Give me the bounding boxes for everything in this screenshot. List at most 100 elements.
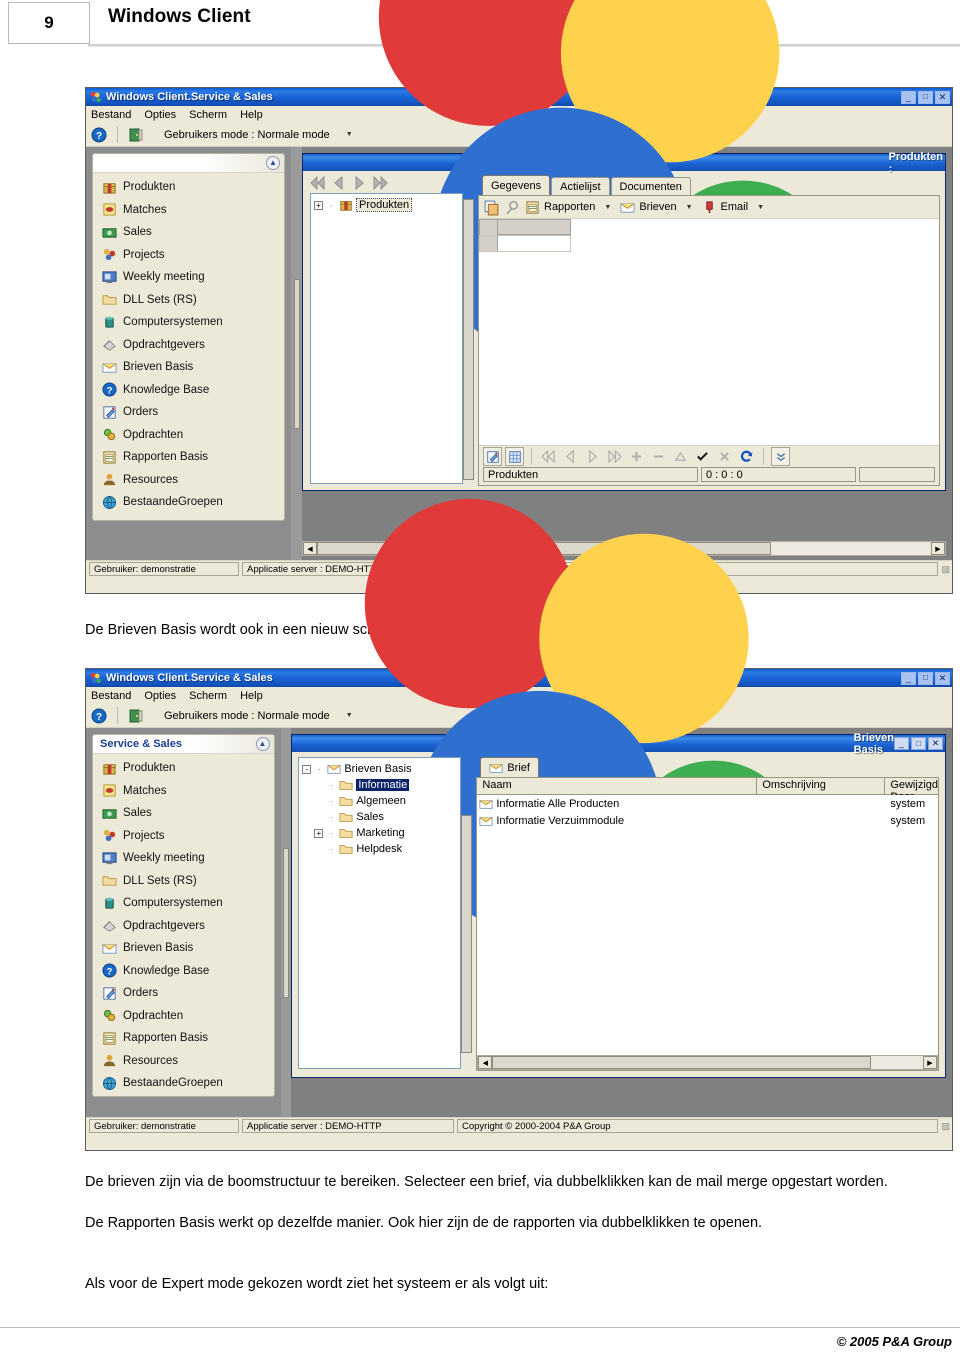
copy-icon[interactable] — [483, 199, 500, 216]
sidebar-item-weekly-meeting[interactable]: Weekly meeting — [93, 847, 274, 870]
table-horizontal-scrollbar[interactable]: ◀ ▶ — [477, 1055, 938, 1070]
brieven-dropdown-caret[interactable]: ▼ — [681, 204, 698, 211]
tab-brief[interactable]: Brief — [480, 757, 539, 777]
prev-record-icon[interactable] — [561, 447, 580, 466]
resize-grip-icon[interactable]: ▨ — [941, 564, 949, 575]
menu-item-scherm[interactable]: Scherm — [189, 690, 227, 702]
help-question-icon[interactable]: ? — [91, 127, 107, 143]
sidebar-item-matches[interactable]: Matches — [93, 780, 274, 803]
pane-splitter[interactable] — [280, 728, 292, 1117]
menu-item-opties[interactable]: Opties — [144, 690, 176, 702]
sidebar-item-knowledge-base[interactable]: ? Knowledge Base — [93, 960, 274, 983]
tree-row[interactable]: · Informatie — [302, 777, 460, 793]
column-header-omschrijving[interactable]: Omschrijving — [757, 778, 886, 794]
tab-gegevens[interactable]: Gegevens — [482, 175, 551, 195]
sidebar-item-brieven-basis[interactable]: Brieven Basis — [93, 937, 274, 960]
minimize-button[interactable]: _ — [894, 737, 909, 750]
sidebar-item-dll-sets[interactable]: DLL Sets (RS) — [93, 289, 284, 312]
sidebar-item-opdrachten[interactable]: Opdrachten — [93, 424, 284, 447]
sidebar-item-projects[interactable]: Projects — [93, 825, 274, 848]
email-dropdown-caret[interactable]: ▼ — [752, 204, 769, 211]
close-button[interactable]: ✕ — [935, 671, 950, 685]
cancel-icon[interactable] — [715, 447, 734, 466]
sidebar-item-computersystemen[interactable]: Computersystemen — [93, 892, 274, 915]
sidebar-item-rapporten-basis[interactable]: Rapporten Basis — [93, 446, 284, 469]
sidebar-item-bestaandegroepen[interactable]: BestaandeGroepen — [93, 491, 284, 514]
email-button[interactable]: Email — [702, 200, 748, 215]
help-question-icon[interactable]: ? — [91, 708, 107, 724]
refresh-icon[interactable] — [737, 447, 756, 466]
menu-item-bestand[interactable]: Bestand — [91, 109, 131, 121]
rapporten-dropdown-caret[interactable]: ▼ — [599, 204, 616, 211]
child-window-titlebar[interactable]: Produkten : — [303, 0, 945, 363]
resize-grip-icon[interactable]: ▨ — [941, 1121, 949, 1132]
sidebar-item-opdrachtgevers[interactable]: Opdrachtgevers — [93, 334, 284, 357]
sidebar-item-computersystemen[interactable]: Computersystemen — [93, 311, 284, 334]
confirm-icon[interactable] — [693, 447, 712, 466]
menu-item-help[interactable]: Help — [240, 109, 263, 121]
up-record-icon[interactable] — [671, 447, 690, 466]
sidebar-item-resources[interactable]: Resources — [93, 469, 284, 492]
scroll-thumb[interactable] — [492, 1056, 872, 1069]
sidebar-item-knowledge-base[interactable]: ? Knowledge Base — [93, 379, 284, 402]
last-record-icon[interactable] — [605, 447, 624, 466]
sidebar-item-projects[interactable]: Projects — [93, 244, 284, 267]
column-header-naam[interactable]: Naam — [477, 778, 758, 794]
first-record-icon[interactable] — [310, 176, 326, 190]
tree-row[interactable]: - · Brieven Basis — [302, 761, 460, 777]
sidebar-item-orders[interactable]: Orders — [93, 401, 284, 424]
sidebar-item-opdrachten[interactable]: Opdrachten — [93, 1005, 274, 1028]
menu-item-scherm[interactable]: Scherm — [189, 109, 227, 121]
last-record-icon[interactable] — [372, 176, 388, 190]
column-header-gewijzigd-door[interactable]: Gewijzigd Door — [885, 778, 938, 803]
table-row[interactable]: Informatie Alle Producten system — [477, 795, 938, 812]
close-button[interactable]: ✕ — [935, 90, 950, 104]
tree-row[interactable]: · Sales — [302, 809, 460, 825]
maximize-button[interactable]: □ — [918, 671, 933, 685]
scroll-right-button[interactable]: ▶ — [923, 1056, 937, 1069]
chevron-up-icon[interactable]: ▲ — [255, 737, 270, 751]
exit-door-icon[interactable] — [128, 127, 144, 143]
tab-actielijst[interactable]: Actielijst — [551, 177, 610, 195]
next-record-icon[interactable] — [583, 447, 602, 466]
next-record-icon[interactable] — [352, 176, 366, 190]
sidebar-item-resources[interactable]: Resources — [93, 1050, 274, 1073]
tree-row[interactable]: + · Produkten — [314, 197, 462, 213]
tree-vertical-scrollbar[interactable] — [461, 815, 473, 1053]
maximize-button[interactable]: □ — [911, 737, 926, 750]
prev-record-icon[interactable] — [332, 176, 346, 190]
close-button[interactable]: ✕ — [928, 737, 943, 750]
data-grid-empty[interactable] — [479, 219, 939, 445]
brieven-button[interactable]: Brieven — [620, 200, 677, 215]
scroll-left-button[interactable]: ◀ — [478, 1056, 493, 1069]
delete-record-icon[interactable] — [649, 447, 668, 466]
scroll-track[interactable] — [492, 1056, 923, 1069]
sidebar-item-brieven-basis[interactable]: Brieven Basis — [93, 356, 284, 379]
first-record-icon[interactable] — [539, 447, 558, 466]
chevron-up-icon[interactable]: ▲ — [266, 156, 280, 170]
expand-icon[interactable] — [771, 447, 790, 466]
sidebar-item-produkten[interactable]: Produkten — [93, 176, 284, 199]
sidebar-item-orders[interactable]: Orders — [93, 982, 274, 1005]
maximize-button[interactable]: □ — [918, 90, 933, 104]
add-record-icon[interactable] — [627, 447, 646, 466]
sidebar-item-bestaandegroepen[interactable]: BestaandeGroepen — [93, 1072, 274, 1095]
tree-expander[interactable]: - — [302, 764, 312, 774]
sidebar-item-weekly-meeting[interactable]: Weekly meeting — [93, 266, 284, 289]
sidebar-item-matches[interactable]: Matches — [93, 199, 284, 222]
menu-item-opties[interactable]: Opties — [144, 109, 176, 121]
tree-row[interactable]: · Helpdesk — [302, 841, 460, 857]
search-key-icon[interactable] — [504, 199, 521, 216]
sidebar-item-rapporten-basis[interactable]: Rapporten Basis — [93, 1027, 274, 1050]
tree-vertical-scrollbar[interactable] — [463, 199, 474, 480]
table-row[interactable]: Informatie Verzuimmodule system — [477, 812, 938, 829]
tree-row[interactable]: + · Marketing — [302, 825, 460, 841]
tree-row[interactable]: · Algemeen — [302, 793, 460, 809]
tree-expander[interactable]: + — [314, 828, 324, 838]
menu-item-bestand[interactable]: Bestand — [91, 690, 131, 702]
sidebar-item-sales[interactable]: Sales — [93, 802, 274, 825]
produkten-tree[interactable]: + · Produkten — [310, 193, 463, 484]
rapporten-button[interactable]: Rapporten — [525, 200, 595, 215]
edit-record-icon[interactable] — [483, 447, 502, 466]
child-window-titlebar[interactable]: Brieven Basis _ □ ✕ — [292, 499, 945, 936]
